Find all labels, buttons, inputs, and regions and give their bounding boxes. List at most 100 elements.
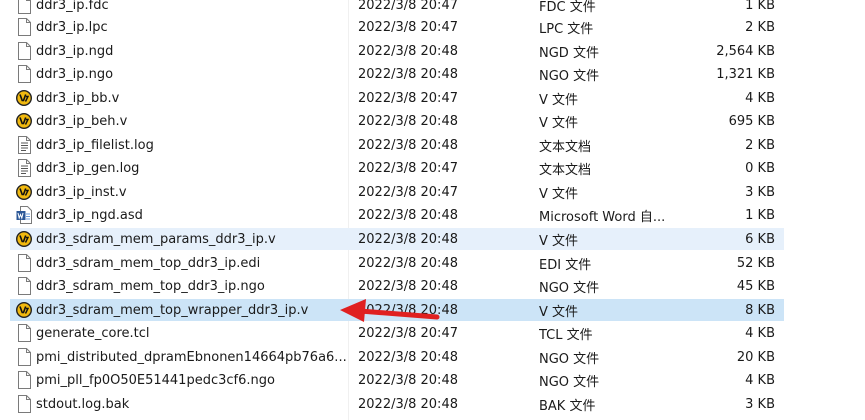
file-date: 2022/3/8 20:48	[358, 66, 458, 82]
file-date: 2022/3/8 20:48	[358, 278, 458, 294]
file-name: ddr3_ip_beh.v	[36, 113, 128, 129]
file-type: NGD 文件	[539, 45, 599, 61]
file-icon	[16, 371, 32, 389]
file-row[interactable]: ddr3_ip.lpc 2022/3/8 20:47 LPC 文件 2 KB	[10, 16, 784, 38]
file-icon	[16, 0, 32, 14]
file-icon	[16, 65, 32, 83]
verilog-icon	[16, 112, 32, 130]
file-name: ddr3_ip.ngo	[36, 66, 114, 82]
file-name: pmi_pll_fp0O50E51441pedc3cf6.ngo	[36, 372, 275, 388]
file-type: TCL 文件	[539, 327, 593, 343]
file-row[interactable]: stdout.log.bak 2022/3/8 20:48 BAK 文件 3 K…	[10, 393, 784, 415]
file-size: 3 KB	[745, 184, 775, 200]
file-name: pmi_distributed_dpramEbnonen14664pb76a6.…	[36, 349, 347, 365]
verilog-icon	[16, 89, 32, 107]
verilog-icon	[16, 301, 32, 319]
file-row[interactable]: pmi_pll_fp0O50E51441pedc3cf6.ngo 2022/3/…	[10, 369, 784, 391]
file-icon	[16, 254, 32, 272]
file-type: 文本文档	[539, 162, 592, 178]
file-type: NGO 文件	[539, 351, 600, 367]
file-type: V 文件	[539, 92, 579, 108]
file-date: 2022/3/8 20:47	[358, 184, 458, 200]
file-date: 2022/3/8 20:47	[358, 90, 458, 106]
file-name: ddr3_ip_ngd.asd	[36, 207, 143, 223]
file-name: ddr3_ip.fdc	[36, 0, 109, 13]
file-row[interactable]: ddr3_ip.ngd 2022/3/8 20:48 NGD 文件 2,564 …	[10, 40, 784, 62]
file-date: 2022/3/8 20:48	[358, 231, 458, 247]
file-type: EDI 文件	[539, 257, 592, 273]
file-row-selected[interactable]: ddr3_sdram_mem_top_wrapper_ddr3_ip.v 202…	[10, 299, 784, 321]
file-name: ddr3_sdram_mem_top_ddr3_ip.edi	[36, 255, 261, 271]
file-date: 2022/3/8 20:48	[358, 349, 458, 365]
file-row[interactable]: ddr3_ip_gen.log 2022/3/8 20:47 文本文档 0 KB	[10, 157, 784, 179]
file-size: 4 KB	[745, 325, 775, 341]
file-size: 695 KB	[728, 113, 775, 129]
file-name: ddr3_ip.ngd	[36, 43, 114, 59]
file-name: ddr3_ip.lpc	[36, 19, 108, 35]
file-name: stdout.log.bak	[36, 396, 130, 412]
file-date: 2022/3/8 20:47	[358, 325, 458, 341]
file-type: NGO 文件	[539, 374, 600, 390]
file-date: 2022/3/8 20:47	[358, 160, 458, 176]
file-row[interactable]: ddr3_ip.fdc 2022/3/8 20:47 FDC 文件 1 KB	[10, 0, 784, 16]
file-size: 0 KB	[745, 160, 775, 176]
file-row[interactable]: ddr3_ip_inst.v 2022/3/8 20:47 V 文件 3 KB	[10, 181, 784, 203]
file-icon	[16, 18, 32, 36]
file-size: 4 KB	[745, 372, 775, 388]
file-type: LPC 文件	[539, 21, 594, 37]
file-name: ddr3_sdram_mem_top_ddr3_ip.ngo	[36, 278, 265, 294]
file-type: 文本文档	[539, 139, 592, 155]
file-date: 2022/3/8 20:48	[358, 137, 458, 153]
text-file-icon	[16, 159, 32, 177]
word-file-icon	[16, 206, 32, 224]
file-date: 2022/3/8 20:48	[358, 113, 458, 129]
file-type: NGO 文件	[539, 280, 600, 296]
file-row[interactable]: generate_core.tcl 2022/3/8 20:47 TCL 文件 …	[10, 322, 784, 344]
file-icon	[16, 42, 32, 60]
file-date: 2022/3/8 20:48	[358, 302, 458, 318]
file-type: Microsoft Word 自...	[539, 209, 666, 225]
file-row[interactable]: ddr3_sdram_mem_top_ddr3_ip.edi 2022/3/8 …	[10, 252, 784, 274]
file-date: 2022/3/8 20:48	[358, 372, 458, 388]
file-row[interactable]: pmi_distributed_dpramEbnonen14664pb76a6.…	[10, 346, 784, 368]
file-size: 4 KB	[745, 90, 775, 106]
file-date: 2022/3/8 20:47	[358, 0, 458, 13]
file-type: NGO 文件	[539, 68, 600, 84]
file-icon	[16, 395, 32, 413]
file-size: 3 KB	[745, 396, 775, 412]
file-size: 2 KB	[745, 137, 775, 153]
file-row[interactable]: ddr3_sdram_mem_params_ddr3_ip.v 2022/3/8…	[10, 228, 784, 250]
file-icon	[16, 277, 32, 295]
file-row[interactable]: ddr3_ip_beh.v 2022/3/8 20:48 V 文件 695 KB	[10, 110, 784, 132]
file-size: 2 KB	[745, 19, 775, 35]
file-name: ddr3_sdram_mem_top_wrapper_ddr3_ip.v	[36, 302, 309, 318]
file-date: 2022/3/8 20:47	[358, 19, 458, 35]
file-name: ddr3_sdram_mem_params_ddr3_ip.v	[36, 231, 276, 247]
file-icon	[16, 348, 32, 366]
file-size: 1 KB	[745, 207, 775, 223]
file-type: V 文件	[539, 115, 579, 131]
file-row[interactable]: ddr3_sdram_mem_top_ddr3_ip.ngo 2022/3/8 …	[10, 275, 784, 297]
file-size: 20 KB	[736, 349, 775, 365]
file-type: V 文件	[539, 233, 579, 249]
file-row[interactable]: ddr3_ip_ngd.asd 2022/3/8 20:48 Microsoft…	[10, 204, 784, 226]
file-row[interactable]: ddr3_ip_filelist.log 2022/3/8 20:48 文本文档…	[10, 134, 784, 156]
file-name: ddr3_ip_inst.v	[36, 184, 127, 200]
file-size: 8 KB	[745, 302, 775, 318]
verilog-icon	[16, 230, 32, 248]
file-name: ddr3_ip_gen.log	[36, 160, 140, 176]
file-icon	[16, 324, 32, 342]
text-file-icon	[16, 136, 32, 154]
file-list: ddr3_ip.fdc 2022/3/8 20:47 FDC 文件 1 KB d…	[0, 0, 865, 420]
verilog-icon	[16, 183, 32, 201]
file-row[interactable]: ddr3_ip_bb.v 2022/3/8 20:47 V 文件 4 KB	[10, 87, 784, 109]
file-size: 6 KB	[745, 231, 775, 247]
file-size: 45 KB	[736, 278, 775, 294]
file-type: V 文件	[539, 304, 579, 320]
file-size: 1 KB	[745, 0, 775, 13]
file-date: 2022/3/8 20:48	[358, 255, 458, 271]
file-row[interactable]: ddr3_ip.ngo 2022/3/8 20:48 NGO 文件 1,321 …	[10, 63, 784, 85]
file-name: ddr3_ip_filelist.log	[36, 137, 154, 153]
file-date: 2022/3/8 20:48	[358, 207, 458, 223]
file-size: 1,321 KB	[716, 66, 775, 82]
